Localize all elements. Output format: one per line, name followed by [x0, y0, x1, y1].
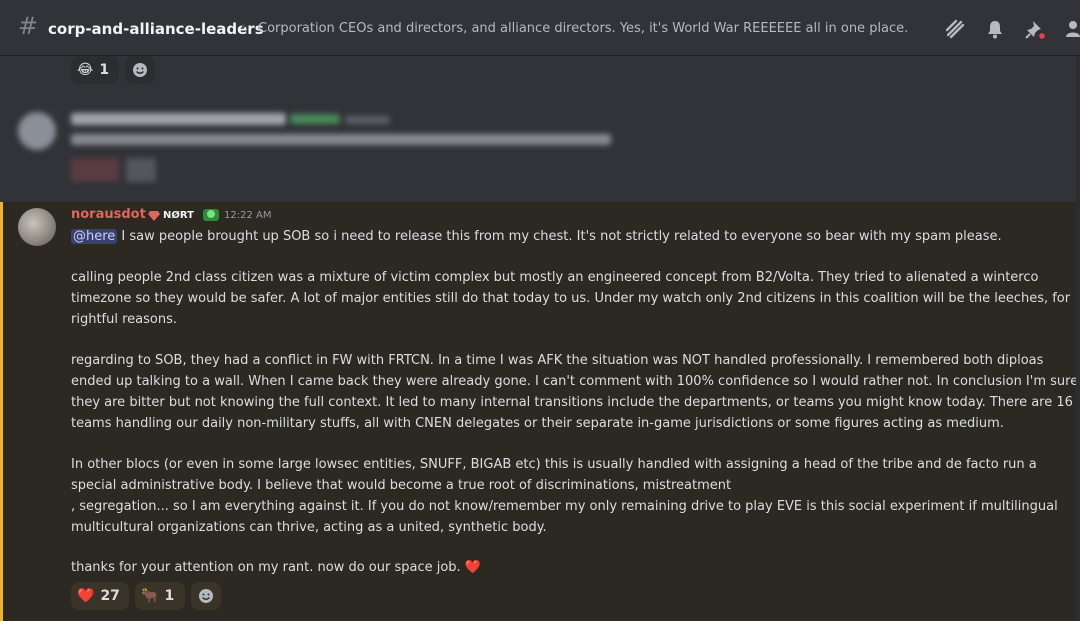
message-line: rightful reasons. [71, 312, 177, 327]
blurred-content [71, 134, 611, 145]
message-line: @here I saw people brought up SOB so i n… [71, 229, 1002, 244]
add-reaction-icon [133, 63, 147, 77]
message-line: multicultural organizations can thrive, … [71, 520, 547, 535]
message-line: timezone so they would be safer. A lot o… [71, 291, 1071, 306]
member-list-icon[interactable] [1064, 18, 1080, 40]
blurred-avatar [18, 112, 56, 150]
gem-icon [148, 210, 160, 221]
reaction-heart[interactable]: ❤️ 27 [71, 582, 129, 610]
pinned-messages-icon[interactable] [1024, 18, 1046, 40]
blurred-tag [290, 114, 340, 124]
message-timestamp[interactable]: 12:22 AM [224, 210, 271, 221]
guild-tag[interactable]: NØRT [145, 208, 197, 222]
channel-topic[interactable]: Corporation CEOs and directors, and alli… [258, 21, 908, 36]
message-line: thanks for your attention on my rant. no… [71, 560, 482, 575]
message-line: regarding to SOB, they had a conflict in… [71, 353, 1044, 368]
channel-name: corp-and-alliance-leaders [48, 20, 264, 38]
reaction-emoji: 😂 [77, 62, 94, 78]
avatar[interactable] [18, 208, 56, 246]
threads-icon[interactable] [944, 18, 966, 40]
reaction-count: 27 [100, 588, 120, 604]
blurred-author [71, 113, 286, 125]
add-reaction-button[interactable] [125, 56, 155, 84]
blurred-reaction [71, 158, 119, 182]
blurred-time [345, 116, 390, 124]
add-reaction-icon [199, 589, 213, 603]
message-line: ended up talking to a wall. When I came … [71, 374, 1079, 389]
message-line: they are bitter but not knowing the full… [71, 395, 1073, 410]
header-divider: • [240, 20, 248, 34]
message-line: teams handling our daily non-military st… [71, 416, 1004, 431]
message-author[interactable]: norausdot [71, 207, 146, 222]
message-line: In other blocs (or even in some large lo… [71, 457, 1037, 472]
scrollbar[interactable] [1076, 56, 1080, 621]
add-reaction-button[interactable] [191, 582, 221, 610]
reaction-count: 1 [99, 62, 110, 78]
reaction-count: 1 [164, 588, 175, 604]
channel-header: # corp-and-alliance-leaders • Corporatio… [0, 0, 1080, 56]
blurred-reaction [126, 158, 156, 182]
guild-tag-label: NØRT [163, 209, 194, 221]
message-line: calling people 2nd class citizen was a m… [71, 270, 1039, 285]
here-mention[interactable]: @here [71, 229, 118, 244]
message-line: special administrative body. I believe t… [71, 478, 732, 493]
message-list: 😂 1 norausdot NØRT 12:22 AM @here I saw … [0, 56, 1080, 621]
reaction-emoji: ❤️ [77, 588, 95, 604]
reaction-emoji: 🐂 [141, 588, 159, 604]
channel-hash-icon: # [18, 12, 39, 40]
notification-bell-icon[interactable] [984, 18, 1006, 40]
reaction-laughing[interactable]: 😂 1 [71, 56, 119, 84]
message-line: , segregation... so I am everything agai… [71, 499, 1058, 514]
reaction-ox[interactable]: 🐂 1 [135, 582, 185, 610]
role-icon [203, 209, 219, 221]
